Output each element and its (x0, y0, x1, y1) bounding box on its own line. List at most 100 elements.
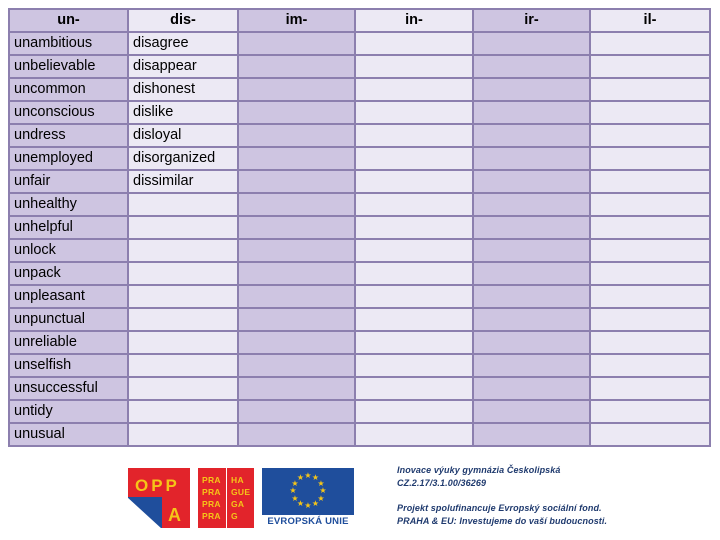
table-cell[interactable]: unreliable (10, 332, 129, 355)
table-cell[interactable] (356, 148, 474, 171)
table-cell[interactable] (591, 148, 711, 171)
table-cell[interactable]: unsuccessful (10, 378, 129, 401)
table-cell[interactable] (356, 125, 474, 148)
table-cell[interactable]: dissimilar (129, 171, 239, 194)
table-cell[interactable] (356, 217, 474, 240)
table-cell[interactable] (474, 194, 591, 217)
table-cell[interactable] (239, 125, 356, 148)
table-cell[interactable] (591, 79, 711, 102)
table-cell[interactable] (356, 424, 474, 447)
table-cell[interactable] (474, 240, 591, 263)
table-cell[interactable] (356, 263, 474, 286)
table-cell[interactable] (474, 56, 591, 79)
table-cell[interactable]: unhealthy (10, 194, 129, 217)
table-cell[interactable] (239, 240, 356, 263)
table-cell[interactable] (591, 194, 711, 217)
table-cell[interactable] (474, 355, 591, 378)
table-cell[interactable] (474, 79, 591, 102)
table-cell[interactable] (239, 286, 356, 309)
table-cell[interactable] (474, 125, 591, 148)
table-cell[interactable] (239, 171, 356, 194)
table-cell[interactable] (129, 286, 239, 309)
table-cell[interactable] (474, 217, 591, 240)
table-cell[interactable] (129, 401, 239, 424)
table-cell[interactable] (591, 355, 711, 378)
table-cell[interactable] (129, 355, 239, 378)
table-cell[interactable] (591, 240, 711, 263)
table-cell[interactable] (474, 102, 591, 125)
table-cell[interactable] (129, 240, 239, 263)
table-cell[interactable] (474, 148, 591, 171)
table-cell[interactable] (356, 102, 474, 125)
table-cell[interactable] (239, 217, 356, 240)
table-cell[interactable]: unpack (10, 263, 129, 286)
table-cell[interactable]: unbelievable (10, 56, 129, 79)
table-cell[interactable] (239, 33, 356, 56)
table-cell[interactable] (129, 309, 239, 332)
table-cell[interactable] (239, 378, 356, 401)
table-cell[interactable]: disorganized (129, 148, 239, 171)
table-cell[interactable] (591, 309, 711, 332)
table-cell[interactable]: unlock (10, 240, 129, 263)
table-cell[interactable]: uncommon (10, 79, 129, 102)
table-cell[interactable]: unambitious (10, 33, 129, 56)
table-cell[interactable] (474, 424, 591, 447)
table-cell[interactable] (474, 33, 591, 56)
table-cell[interactable] (591, 125, 711, 148)
table-cell[interactable] (356, 33, 474, 56)
table-cell[interactable] (474, 286, 591, 309)
table-cell[interactable] (356, 309, 474, 332)
table-cell[interactable] (239, 102, 356, 125)
table-cell[interactable] (591, 401, 711, 424)
table-cell[interactable] (239, 79, 356, 102)
table-cell[interactable] (474, 263, 591, 286)
table-cell[interactable]: unemployed (10, 148, 129, 171)
table-cell[interactable] (356, 401, 474, 424)
table-cell[interactable] (474, 309, 591, 332)
table-cell[interactable] (591, 56, 711, 79)
table-cell[interactable]: untidy (10, 401, 129, 424)
table-cell[interactable] (591, 332, 711, 355)
table-cell[interactable]: unusual (10, 424, 129, 447)
table-cell[interactable] (474, 332, 591, 355)
table-cell[interactable] (591, 263, 711, 286)
table-cell[interactable]: unhelpful (10, 217, 129, 240)
table-cell[interactable]: unselfish (10, 355, 129, 378)
table-cell[interactable] (239, 424, 356, 447)
table-cell[interactable] (474, 171, 591, 194)
table-cell[interactable]: disappear (129, 56, 239, 79)
table-cell[interactable] (356, 240, 474, 263)
table-cell[interactable] (129, 378, 239, 401)
table-cell[interactable] (239, 355, 356, 378)
table-cell[interactable] (239, 263, 356, 286)
table-cell[interactable] (356, 56, 474, 79)
table-cell[interactable] (129, 217, 239, 240)
table-cell[interactable] (356, 171, 474, 194)
table-cell[interactable]: undress (10, 125, 129, 148)
table-cell[interactable] (356, 332, 474, 355)
table-cell[interactable] (591, 286, 711, 309)
table-cell[interactable] (129, 332, 239, 355)
table-cell[interactable] (239, 148, 356, 171)
table-cell[interactable] (356, 79, 474, 102)
table-cell[interactable] (239, 332, 356, 355)
table-cell[interactable] (239, 401, 356, 424)
table-cell[interactable] (591, 424, 711, 447)
table-cell[interactable] (591, 102, 711, 125)
table-cell[interactable]: unconscious (10, 102, 129, 125)
table-cell[interactable]: disagree (129, 33, 239, 56)
table-cell[interactable]: unfair (10, 171, 129, 194)
table-cell[interactable] (591, 217, 711, 240)
table-cell[interactable]: disloyal (129, 125, 239, 148)
table-cell[interactable] (356, 355, 474, 378)
table-cell[interactable] (356, 378, 474, 401)
table-cell[interactable] (591, 171, 711, 194)
table-cell[interactable] (474, 401, 591, 424)
table-cell[interactable]: unpunctual (10, 309, 129, 332)
table-cell[interactable]: dishonest (129, 79, 239, 102)
table-cell[interactable] (356, 286, 474, 309)
table-cell[interactable] (129, 263, 239, 286)
table-cell[interactable] (356, 194, 474, 217)
table-cell[interactable] (591, 33, 711, 56)
table-cell[interactable] (239, 56, 356, 79)
